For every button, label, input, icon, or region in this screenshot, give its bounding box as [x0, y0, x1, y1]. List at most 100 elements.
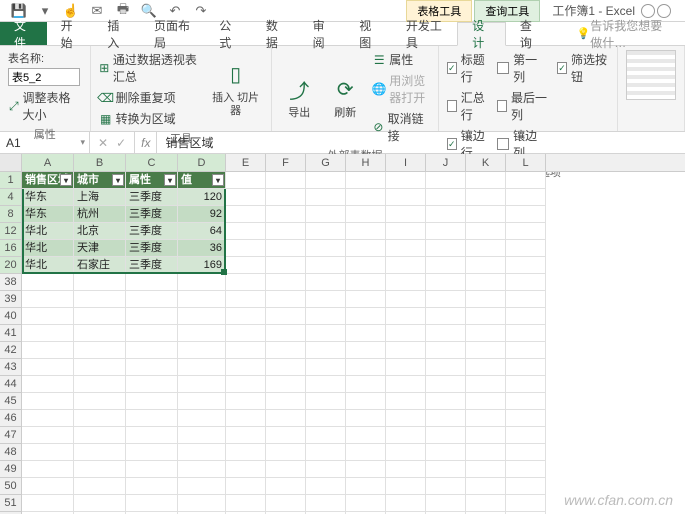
- cell[interactable]: [306, 240, 346, 257]
- cell[interactable]: [178, 495, 226, 512]
- table-cell[interactable]: 天津: [74, 240, 126, 257]
- cell[interactable]: [226, 342, 266, 359]
- chk-header[interactable]: ✓标题行: [447, 50, 489, 86]
- cell[interactable]: [226, 206, 266, 223]
- row-header[interactable]: 20: [0, 257, 21, 274]
- cell[interactable]: [386, 223, 426, 240]
- cell[interactable]: [266, 444, 306, 461]
- cell[interactable]: [226, 478, 266, 495]
- cell[interactable]: [226, 427, 266, 444]
- cell[interactable]: [426, 512, 466, 514]
- cell[interactable]: [346, 359, 386, 376]
- table-cell[interactable]: 三季度: [126, 240, 178, 257]
- dedup-button[interactable]: ⌫删除重复项: [99, 88, 200, 107]
- export-button[interactable]: ⤴导出: [280, 50, 318, 145]
- resize-table-button[interactable]: ⤢调整表格大小: [8, 88, 82, 124]
- cell[interactable]: [506, 410, 546, 427]
- table-cell[interactable]: 64: [178, 223, 226, 240]
- tab-layout[interactable]: 页面布局: [140, 22, 205, 45]
- chk-first[interactable]: 第一列: [497, 50, 549, 86]
- cell[interactable]: [506, 376, 546, 393]
- cell[interactable]: [178, 461, 226, 478]
- cell[interactable]: [466, 410, 506, 427]
- slicer-button[interactable]: ▯ 插入 切片器: [208, 50, 263, 128]
- cell[interactable]: [226, 291, 266, 308]
- select-all-corner[interactable]: [0, 154, 22, 171]
- cell[interactable]: [426, 274, 466, 291]
- cell[interactable]: [178, 308, 226, 325]
- cell[interactable]: [306, 189, 346, 206]
- row-header[interactable]: 47: [0, 427, 21, 444]
- row-header[interactable]: 50: [0, 478, 21, 495]
- filter-icon[interactable]: ▾: [112, 174, 124, 186]
- table-cell[interactable]: 华东: [22, 189, 74, 206]
- cell[interactable]: [178, 478, 226, 495]
- cell[interactable]: [74, 376, 126, 393]
- tab-query[interactable]: 查询: [506, 22, 553, 45]
- col-header-B[interactable]: B: [74, 154, 126, 171]
- cell[interactable]: [126, 376, 178, 393]
- cell[interactable]: [226, 410, 266, 427]
- row-header[interactable]: 8: [0, 206, 21, 223]
- table-header-cell[interactable]: 属性▾: [126, 172, 178, 189]
- cell[interactable]: [426, 308, 466, 325]
- cell[interactable]: [466, 495, 506, 512]
- cell[interactable]: [386, 325, 426, 342]
- table-cell[interactable]: 120: [178, 189, 226, 206]
- cell[interactable]: [266, 393, 306, 410]
- cell[interactable]: [346, 206, 386, 223]
- cell[interactable]: [386, 274, 426, 291]
- cells-area[interactable]: 销售区域▾城市▾属性▾值▾华东上海三季度120华东杭州三季度92华北北京三季度6…: [22, 172, 685, 514]
- cell[interactable]: [506, 172, 546, 189]
- cell[interactable]: [466, 427, 506, 444]
- cell[interactable]: [178, 342, 226, 359]
- tell-me[interactable]: 💡 告诉我您想要做什…: [563, 22, 685, 45]
- cell[interactable]: [126, 325, 178, 342]
- cell[interactable]: [178, 512, 226, 514]
- row-header[interactable]: 39: [0, 291, 21, 308]
- cell[interactable]: [466, 206, 506, 223]
- refresh-button[interactable]: ⟳刷新: [326, 50, 364, 145]
- cell[interactable]: [466, 478, 506, 495]
- cell[interactable]: [22, 342, 74, 359]
- col-header-L[interactable]: L: [506, 154, 546, 171]
- row-header[interactable]: 4: [0, 189, 21, 206]
- cancel-icon[interactable]: ✕: [98, 136, 108, 150]
- cell[interactable]: [506, 189, 546, 206]
- cell[interactable]: [226, 461, 266, 478]
- table-cell[interactable]: 北京: [74, 223, 126, 240]
- cell[interactable]: [22, 393, 74, 410]
- cell[interactable]: [466, 189, 506, 206]
- cell[interactable]: [226, 172, 266, 189]
- save-icon[interactable]: 💾: [12, 4, 26, 18]
- cell[interactable]: [346, 240, 386, 257]
- touch-icon[interactable]: ☝: [64, 4, 78, 18]
- cell[interactable]: [466, 325, 506, 342]
- cell[interactable]: [386, 342, 426, 359]
- cell[interactable]: [466, 393, 506, 410]
- cell[interactable]: [426, 189, 466, 206]
- cell[interactable]: [306, 308, 346, 325]
- cell[interactable]: [126, 359, 178, 376]
- cell[interactable]: [386, 240, 426, 257]
- name-box[interactable]: A1: [0, 132, 90, 153]
- cell[interactable]: [126, 342, 178, 359]
- cell[interactable]: [266, 427, 306, 444]
- undo-icon[interactable]: ↶: [168, 4, 182, 18]
- table-header-cell[interactable]: 城市▾: [74, 172, 126, 189]
- cell[interactable]: [74, 325, 126, 342]
- row-header[interactable]: 44: [0, 376, 21, 393]
- cell[interactable]: [266, 308, 306, 325]
- row-header[interactable]: 1: [0, 172, 21, 189]
- cell[interactable]: [506, 240, 546, 257]
- cell[interactable]: [506, 444, 546, 461]
- cell[interactable]: [126, 512, 178, 514]
- cell[interactable]: [266, 461, 306, 478]
- cell[interactable]: [346, 461, 386, 478]
- cell[interactable]: [178, 359, 226, 376]
- cell[interactable]: [306, 461, 346, 478]
- col-header-D[interactable]: D: [178, 154, 226, 171]
- cell[interactable]: [386, 308, 426, 325]
- cell[interactable]: [22, 325, 74, 342]
- cell[interactable]: [126, 427, 178, 444]
